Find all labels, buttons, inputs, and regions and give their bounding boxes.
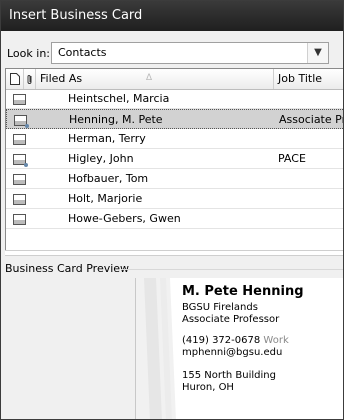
preview-divider bbox=[121, 269, 343, 270]
filed-as-header-label: Filed As bbox=[40, 72, 83, 85]
table-row[interactable]: Higley, John PACE bbox=[6, 149, 343, 169]
contact-name: Higley, John bbox=[68, 152, 134, 165]
card-email: mphenni@bgsu.edu bbox=[182, 347, 283, 358]
contact-card-icon bbox=[14, 115, 29, 128]
contact-name: Howe-Gebers, Gwen bbox=[68, 212, 181, 225]
contact-job-title: PACE bbox=[278, 152, 306, 165]
card-address-line2: Huron, OH bbox=[182, 382, 234, 393]
contact-card-icon bbox=[13, 134, 26, 145]
business-card-preview: M. Pete Henning BGSU Firelands Associate… bbox=[135, 278, 343, 419]
sort-ascending-icon: ∆ bbox=[146, 73, 153, 83]
contact-list[interactable]: Filed As ∆ Job Title Heintschel, Marcia … bbox=[5, 68, 343, 251]
contact-job-title: Associate Pro bbox=[279, 113, 343, 126]
look-in-label: Look in: bbox=[7, 47, 50, 60]
contact-card-icon bbox=[13, 154, 28, 167]
contact-name: Heintschel, Marcia bbox=[68, 92, 170, 105]
contact-card-icon bbox=[13, 174, 26, 185]
pane-splitter[interactable] bbox=[5, 250, 343, 256]
contact-card-icon bbox=[13, 214, 26, 225]
card-phone-type: Work bbox=[263, 335, 289, 346]
chevron-down-icon[interactable]: ▼ bbox=[307, 43, 328, 63]
card-contact-name: M. Pete Henning bbox=[182, 284, 304, 299]
list-header: Filed As ∆ Job Title bbox=[6, 69, 343, 90]
attachment-column-header[interactable] bbox=[24, 69, 36, 89]
paperclip-icon bbox=[27, 75, 32, 84]
business-card-preview-label: Business Card Preview bbox=[5, 262, 130, 275]
insert-business-card-dialog: Insert Business Card Look in: Contacts ▼… bbox=[0, 0, 344, 420]
filed-as-column-header[interactable]: Filed As ∆ bbox=[36, 69, 274, 89]
table-row[interactable]: Hofbauer, Tom bbox=[6, 169, 343, 189]
job-title-header-label: Job Title bbox=[278, 72, 323, 85]
icon-column-header[interactable] bbox=[6, 69, 24, 89]
job-title-column-header[interactable]: Job Title bbox=[274, 69, 343, 89]
table-row[interactable]: Holt, Marjorie bbox=[6, 189, 343, 209]
look-in-dropdown[interactable]: Contacts ▼ bbox=[51, 42, 329, 64]
table-row[interactable]: Herman, Terry bbox=[6, 129, 343, 149]
contact-card-icon bbox=[13, 94, 26, 105]
look-in-value: Contacts bbox=[58, 46, 107, 59]
table-row[interactable]: Howe-Gebers, Gwen bbox=[6, 209, 343, 229]
table-row[interactable]: Heintschel, Marcia bbox=[6, 89, 343, 109]
contact-name: Henning, M. Pete bbox=[69, 113, 163, 126]
table-row-partial[interactable] bbox=[6, 229, 343, 249]
dialog-title: Insert Business Card bbox=[1, 1, 343, 31]
item-type-icon bbox=[10, 73, 20, 85]
card-address-line1: 155 North Building bbox=[182, 370, 276, 381]
card-organization: BGSU Firelands bbox=[182, 302, 258, 313]
card-phone-line: (419) 372-0678 Work bbox=[182, 335, 289, 346]
card-job-title: Associate Professor bbox=[182, 314, 280, 325]
table-row-selected[interactable]: Henning, M. Pete Associate Pro bbox=[6, 109, 343, 129]
contact-name: Hofbauer, Tom bbox=[68, 172, 149, 185]
card-phone: (419) 372-0678 bbox=[182, 335, 261, 346]
contact-name: Holt, Marjorie bbox=[68, 192, 143, 205]
contact-name: Herman, Terry bbox=[68, 132, 146, 145]
contact-card-icon bbox=[13, 194, 26, 205]
